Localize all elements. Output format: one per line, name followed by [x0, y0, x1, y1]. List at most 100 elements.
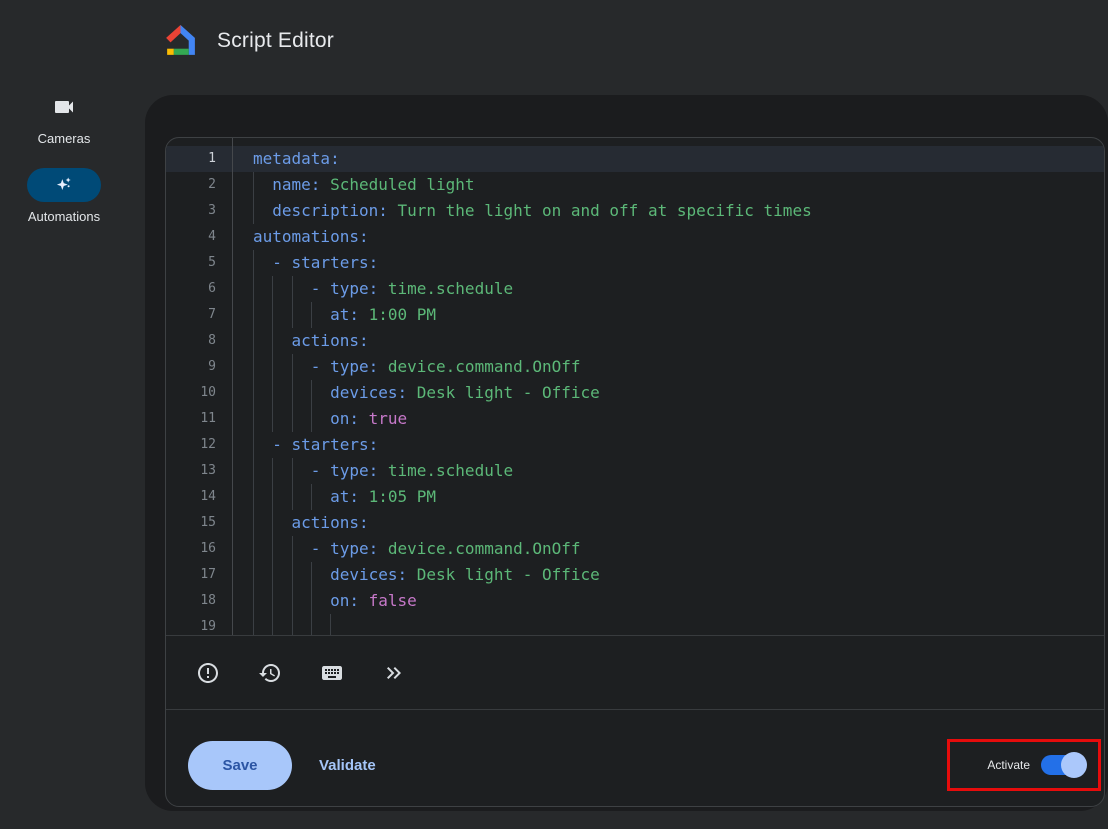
indent-guide — [292, 614, 311, 635]
code-line[interactable]: 14at: 1:05 PM — [166, 484, 1104, 510]
sidebar-item-cameras[interactable]: Cameras — [0, 90, 128, 146]
line-number: 15 — [166, 510, 232, 536]
indent-guide — [253, 328, 272, 354]
indent-guide — [272, 328, 291, 354]
indent-guide — [253, 380, 272, 406]
indent-guide — [311, 302, 330, 328]
history-icon[interactable] — [257, 660, 283, 686]
error-icon[interactable] — [195, 660, 221, 686]
indent-guide — [253, 614, 272, 635]
code-line[interactable]: 4automations: — [166, 224, 1104, 250]
code-lines: 1metadata:2name: Scheduled light3descrip… — [166, 146, 1104, 635]
sidebar-item-automations[interactable]: Automations — [0, 168, 128, 224]
validate-button[interactable]: Validate — [296, 741, 399, 790]
indent-guide — [292, 380, 311, 406]
indent-guide — [272, 354, 291, 380]
indent-guide — [292, 458, 311, 484]
indent-guide — [272, 536, 291, 562]
indent-guide — [292, 276, 311, 302]
code-editor[interactable]: 1metadata:2name: Scheduled light3descrip… — [166, 138, 1104, 635]
code-line[interactable]: 17devices: Desk light - Office — [166, 562, 1104, 588]
indent-guide — [253, 250, 272, 276]
indent-guide — [272, 276, 291, 302]
code-line[interactable]: 15actions: — [166, 510, 1104, 536]
line-number: 4 — [166, 224, 232, 250]
code-line[interactable]: 6- type: time.schedule — [166, 276, 1104, 302]
line-number: 11 — [166, 406, 232, 432]
google-home-logo — [162, 23, 199, 60]
line-content: - starters: — [232, 250, 1104, 276]
code-line[interactable]: 13- type: time.schedule — [166, 458, 1104, 484]
indent-guide — [253, 510, 272, 536]
code-line[interactable]: 19 — [166, 614, 1104, 635]
line-number: 12 — [166, 432, 232, 458]
line-content: on: true — [232, 406, 1104, 432]
code-line[interactable]: 7at: 1:00 PM — [166, 302, 1104, 328]
line-content: - type: time.schedule — [232, 276, 1104, 302]
line-content: devices: Desk light - Office — [232, 380, 1104, 406]
indent-guide — [311, 562, 330, 588]
toggle-thumb — [1061, 752, 1087, 778]
code-line[interactable]: 11on: true — [166, 406, 1104, 432]
indent-guide — [311, 406, 330, 432]
code-line[interactable]: 3description: Turn the light on and off … — [166, 198, 1104, 224]
indent-guide — [292, 588, 311, 614]
save-button[interactable]: Save — [188, 741, 292, 790]
indent-guide — [272, 484, 291, 510]
indent-guide — [253, 458, 272, 484]
code-line[interactable]: 1metadata: — [166, 146, 1104, 172]
code-line[interactable]: 10devices: Desk light - Office — [166, 380, 1104, 406]
line-number: 17 — [166, 562, 232, 588]
editor-toolbar — [166, 636, 1104, 709]
indent-guide — [253, 432, 272, 458]
code-line[interactable]: 8actions: — [166, 328, 1104, 354]
code-line[interactable]: 2name: Scheduled light — [166, 172, 1104, 198]
line-content: - starters: — [232, 432, 1104, 458]
line-number: 5 — [166, 250, 232, 276]
line-content: on: false — [232, 588, 1104, 614]
indent-guide — [311, 614, 330, 635]
activate-toggle[interactable] — [1041, 755, 1085, 775]
line-number: 8 — [166, 328, 232, 354]
line-number: 6 — [166, 276, 232, 302]
line-number: 10 — [166, 380, 232, 406]
indent-guide — [292, 406, 311, 432]
keyboard-icon[interactable] — [319, 660, 345, 686]
indent-guide — [253, 198, 272, 224]
indent-guide — [272, 614, 291, 635]
line-number: 7 — [166, 302, 232, 328]
line-number: 18 — [166, 588, 232, 614]
gutter-separator — [232, 138, 233, 635]
indent-guide — [253, 562, 272, 588]
code-line[interactable]: 16- type: device.command.OnOff — [166, 536, 1104, 562]
indent-guide — [253, 588, 272, 614]
indent-guide — [272, 562, 291, 588]
indent-guide — [253, 302, 272, 328]
double-arrow-icon[interactable] — [381, 660, 407, 686]
code-line[interactable]: 9- type: device.command.OnOff — [166, 354, 1104, 380]
line-number: 19 — [166, 614, 232, 635]
indent-guide — [292, 354, 311, 380]
indent-guide — [253, 484, 272, 510]
line-number: 3 — [166, 198, 232, 224]
line-number: 9 — [166, 354, 232, 380]
indent-guide — [253, 276, 272, 302]
annotation-highlight: Activate — [947, 739, 1101, 791]
line-content: - type: time.schedule — [232, 458, 1104, 484]
line-content: metadata: — [232, 146, 1104, 172]
sidebar: Cameras Automations — [0, 90, 128, 246]
line-content: at: 1:05 PM — [232, 484, 1104, 510]
indent-guide — [272, 406, 291, 432]
code-line[interactable]: 18on: false — [166, 588, 1104, 614]
sidebar-item-label: Cameras — [0, 131, 128, 146]
code-line[interactable]: 5- starters: — [166, 250, 1104, 276]
indent-guide — [292, 536, 311, 562]
line-content: actions: — [232, 510, 1104, 536]
code-line[interactable]: 12- starters: — [166, 432, 1104, 458]
indent-guide — [272, 588, 291, 614]
line-number: 13 — [166, 458, 232, 484]
line-content — [232, 614, 1104, 635]
indent-guide — [311, 380, 330, 406]
indent-guide — [272, 302, 291, 328]
indent-guide — [292, 484, 311, 510]
